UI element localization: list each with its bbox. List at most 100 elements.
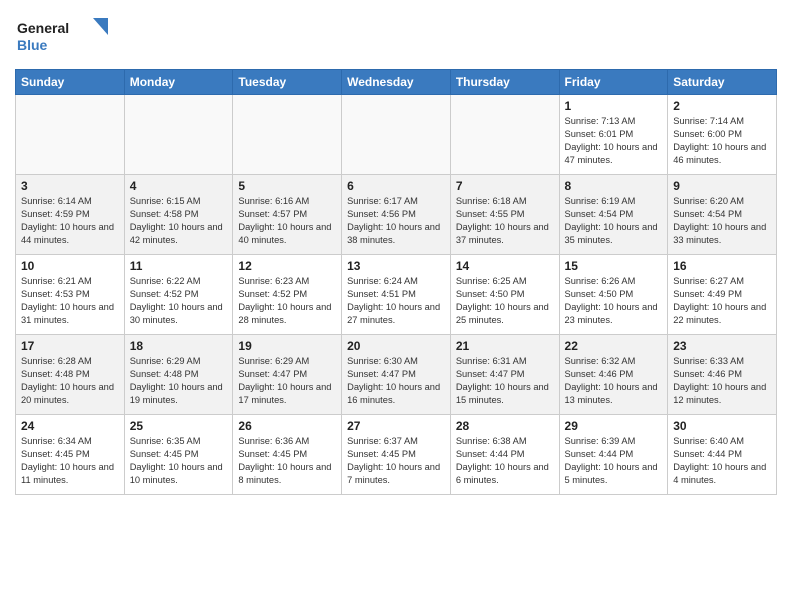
day-number: 16 [673, 259, 771, 273]
day-info: Sunrise: 6:25 AMSunset: 4:50 PMDaylight:… [456, 275, 554, 327]
calendar-week-row: 17 Sunrise: 6:28 AMSunset: 4:48 PMDayligh… [16, 335, 777, 415]
calendar-cell: 28Sunrise: 6:38 AMSunset: 4:44 PMDayligh… [450, 415, 559, 495]
day-number: 26 [238, 419, 336, 433]
day-info: Sunrise: 6:28 AMSunset: 4:48 PMDaylight:… [21, 355, 119, 407]
col-header-tuesday: Tuesday [233, 70, 342, 95]
calendar-cell: 14 Sunrise: 6:25 AMSunset: 4:50 PMDayligh… [450, 255, 559, 335]
day-number: 24 [21, 419, 119, 433]
calendar-cell: 16 Sunrise: 6:27 AMSunset: 4:49 PMDayligh… [668, 255, 777, 335]
calendar-cell: 19 Sunrise: 6:29 AMSunset: 4:47 PMDayligh… [233, 335, 342, 415]
day-info: Sunrise: 6:27 AMSunset: 4:49 PMDaylight:… [673, 275, 771, 327]
day-info: Sunrise: 6:17 AMSunset: 4:56 PMDaylight:… [347, 195, 445, 247]
calendar-cell [450, 95, 559, 175]
day-number: 8 [565, 179, 663, 193]
calendar-cell: 7 Sunrise: 6:18 AMSunset: 4:55 PMDaylight… [450, 175, 559, 255]
day-number: 12 [238, 259, 336, 273]
calendar-cell: 11Sunrise: 6:22 AMSunset: 4:52 PMDayligh… [124, 255, 233, 335]
day-number: 25 [130, 419, 228, 433]
day-number: 3 [21, 179, 119, 193]
calendar-cell: 24 Sunrise: 6:34 AMSunset: 4:45 PMDayligh… [16, 415, 125, 495]
day-number: 17 [21, 339, 119, 353]
svg-text:Blue: Blue [17, 37, 48, 53]
calendar-week-row: 10 Sunrise: 6:21 AMSunset: 4:53 PMDayligh… [16, 255, 777, 335]
day-number: 10 [21, 259, 119, 273]
day-info: Sunrise: 6:39 AMSunset: 4:44 PMDaylight:… [565, 435, 663, 487]
calendar-cell: 30 Sunrise: 6:40 AMSunset: 4:44 PMDayligh… [668, 415, 777, 495]
day-number: 21 [456, 339, 554, 353]
day-number: 5 [238, 179, 336, 193]
calendar-cell: 17 Sunrise: 6:28 AMSunset: 4:48 PMDayligh… [16, 335, 125, 415]
day-number: 14 [456, 259, 554, 273]
day-info: Sunrise: 7:13 AMSunset: 6:01 PMDaylight:… [565, 115, 663, 167]
day-number: 11 [130, 259, 228, 273]
day-number: 23 [673, 339, 771, 353]
day-info: Sunrise: 6:31 AMSunset: 4:47 PMDaylight:… [456, 355, 554, 407]
day-info: Sunrise: 6:35 AMSunset: 4:45 PMDaylight:… [130, 435, 228, 487]
calendar-cell: 21 Sunrise: 6:31 AMSunset: 4:47 PMDayligh… [450, 335, 559, 415]
calendar-cell: 12 Sunrise: 6:23 AMSunset: 4:52 PMDayligh… [233, 255, 342, 335]
day-info: Sunrise: 6:34 AMSunset: 4:45 PMDaylight:… [21, 435, 119, 487]
day-info: Sunrise: 6:40 AMSunset: 4:44 PMDaylight:… [673, 435, 771, 487]
col-header-friday: Friday [559, 70, 668, 95]
day-number: 7 [456, 179, 554, 193]
calendar-cell: 15 Sunrise: 6:26 AMSunset: 4:50 PMDayligh… [559, 255, 668, 335]
day-number: 13 [347, 259, 445, 273]
day-info: Sunrise: 6:29 AMSunset: 4:47 PMDaylight:… [238, 355, 336, 407]
col-header-sunday: Sunday [16, 70, 125, 95]
day-number: 15 [565, 259, 663, 273]
day-info: Sunrise: 6:14 AMSunset: 4:59 PMDaylight:… [21, 195, 119, 247]
calendar-cell [342, 95, 451, 175]
day-info: Sunrise: 6:30 AMSunset: 4:47 PMDaylight:… [347, 355, 445, 407]
col-header-monday: Monday [124, 70, 233, 95]
logo-svg: General Blue [15, 15, 110, 63]
calendar-cell: 3 Sunrise: 6:14 AMSunset: 4:59 PMDaylight… [16, 175, 125, 255]
calendar-cell: 13 Sunrise: 6:24 AMSunset: 4:51 PMDayligh… [342, 255, 451, 335]
day-info: Sunrise: 6:18 AMSunset: 4:55 PMDaylight:… [456, 195, 554, 247]
calendar-cell: 25 Sunrise: 6:35 AMSunset: 4:45 PMDayligh… [124, 415, 233, 495]
calendar-cell: 27 Sunrise: 6:37 AMSunset: 4:45 PMDayligh… [342, 415, 451, 495]
calendar-cell: 29Sunrise: 6:39 AMSunset: 4:44 PMDayligh… [559, 415, 668, 495]
col-header-wednesday: Wednesday [342, 70, 451, 95]
day-info: Sunrise: 6:24 AMSunset: 4:51 PMDaylight:… [347, 275, 445, 327]
calendar-cell: 26 Sunrise: 6:36 AMSunset: 4:45 PMDayligh… [233, 415, 342, 495]
calendar-week-row: 24 Sunrise: 6:34 AMSunset: 4:45 PMDayligh… [16, 415, 777, 495]
logo: General Blue [15, 15, 110, 63]
calendar-cell: 9Sunrise: 6:20 AMSunset: 4:54 PMDaylight… [668, 175, 777, 255]
day-number: 4 [130, 179, 228, 193]
day-number: 18 [130, 339, 228, 353]
day-info: Sunrise: 6:29 AMSunset: 4:48 PMDaylight:… [130, 355, 228, 407]
calendar-week-row: 3 Sunrise: 6:14 AMSunset: 4:59 PMDaylight… [16, 175, 777, 255]
day-info: Sunrise: 6:23 AMSunset: 4:52 PMDaylight:… [238, 275, 336, 327]
col-header-thursday: Thursday [450, 70, 559, 95]
calendar-cell: 23Sunrise: 6:33 AMSunset: 4:46 PMDayligh… [668, 335, 777, 415]
day-info: Sunrise: 6:16 AMSunset: 4:57 PMDaylight:… [238, 195, 336, 247]
day-info: Sunrise: 6:26 AMSunset: 4:50 PMDaylight:… [565, 275, 663, 327]
day-info: Sunrise: 6:19 AMSunset: 4:54 PMDaylight:… [565, 195, 663, 247]
day-info: Sunrise: 6:15 AMSunset: 4:58 PMDaylight:… [130, 195, 228, 247]
day-number: 20 [347, 339, 445, 353]
calendar-table: SundayMondayTuesdayWednesdayThursdayFrid… [15, 69, 777, 495]
day-number: 1 [565, 99, 663, 113]
calendar-cell [124, 95, 233, 175]
day-number: 22 [565, 339, 663, 353]
day-number: 27 [347, 419, 445, 433]
calendar-cell: 22 Sunrise: 6:32 AMSunset: 4:46 PMDayligh… [559, 335, 668, 415]
day-number: 30 [673, 419, 771, 433]
day-info: Sunrise: 6:36 AMSunset: 4:45 PMDaylight:… [238, 435, 336, 487]
day-number: 19 [238, 339, 336, 353]
header: General Blue [15, 10, 777, 63]
calendar-cell: 1 Sunrise: 7:13 AMSunset: 6:01 PMDaylight… [559, 95, 668, 175]
calendar-header-row: SundayMondayTuesdayWednesdayThursdayFrid… [16, 70, 777, 95]
calendar-cell: 5 Sunrise: 6:16 AMSunset: 4:57 PMDaylight… [233, 175, 342, 255]
calendar-cell: 20 Sunrise: 6:30 AMSunset: 4:47 PMDayligh… [342, 335, 451, 415]
day-info: Sunrise: 7:14 AMSunset: 6:00 PMDaylight:… [673, 115, 771, 167]
day-number: 6 [347, 179, 445, 193]
calendar-cell: 4 Sunrise: 6:15 AMSunset: 4:58 PMDaylight… [124, 175, 233, 255]
day-info: Sunrise: 6:37 AMSunset: 4:45 PMDaylight:… [347, 435, 445, 487]
day-info: Sunrise: 6:38 AMSunset: 4:44 PMDaylight:… [456, 435, 554, 487]
day-info: Sunrise: 6:32 AMSunset: 4:46 PMDaylight:… [565, 355, 663, 407]
day-info: Sunrise: 6:21 AMSunset: 4:53 PMDaylight:… [21, 275, 119, 327]
calendar-cell [233, 95, 342, 175]
col-header-saturday: Saturday [668, 70, 777, 95]
svg-text:General: General [17, 20, 69, 36]
